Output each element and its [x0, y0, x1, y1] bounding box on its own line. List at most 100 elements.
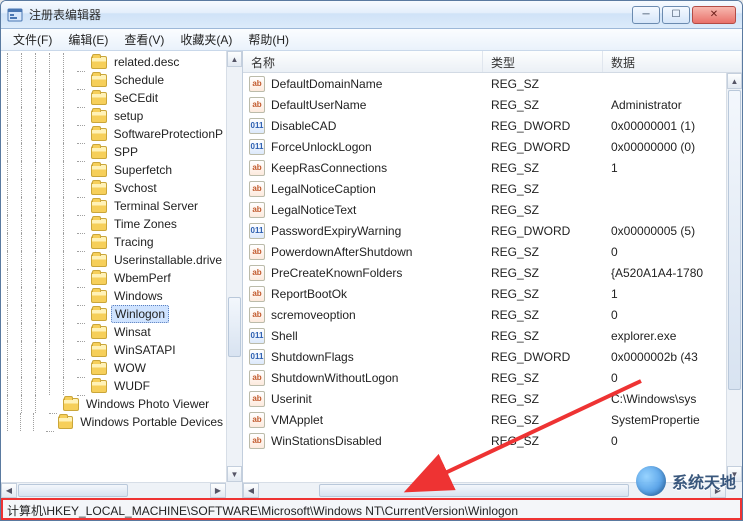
value-row[interactable]: abPreCreateKnownFoldersREG_SZ{A520A1A4-1… — [243, 262, 726, 283]
list-header[interactable]: 名称 类型 数据 — [243, 51, 742, 73]
menu-view[interactable]: 查看(V) — [116, 29, 172, 50]
folder-icon — [91, 254, 107, 267]
folder-icon — [58, 416, 73, 429]
menu-help[interactable]: 帮助(H) — [240, 29, 297, 50]
column-name[interactable]: 名称 — [243, 51, 483, 72]
tree-item[interactable]: related.desc — [7, 53, 226, 71]
scroll-left-button[interactable]: ◀ — [243, 483, 259, 498]
tree-item-label: Superfetch — [111, 162, 175, 178]
list-vertical-scrollbar[interactable]: ▲ ▼ — [726, 73, 742, 482]
column-type[interactable]: 类型 — [483, 51, 603, 72]
menu-favorites[interactable]: 收藏夹(A) — [172, 29, 240, 50]
folder-icon — [91, 308, 107, 321]
menu-file[interactable]: 文件(F) — [5, 29, 60, 50]
tree-item[interactable]: WinSATAPI — [7, 341, 226, 359]
scroll-thumb[interactable] — [18, 484, 128, 497]
tree-item[interactable]: Schedule — [7, 71, 226, 89]
column-data[interactable]: 数据 — [603, 51, 742, 72]
tree-item-label: WbemPerf — [111, 270, 174, 286]
scroll-up-button[interactable]: ▲ — [227, 51, 242, 67]
string-value-icon: ab — [249, 286, 265, 302]
tree-item[interactable]: SoftwareProtectionP — [7, 125, 226, 143]
value-row[interactable]: abDefaultUserNameREG_SZAdministrator — [243, 94, 726, 115]
value-row[interactable]: abscremoveoptionREG_SZ0 — [243, 304, 726, 325]
scroll-up-button[interactable]: ▲ — [727, 73, 742, 89]
list-pane: 名称 类型 数据 ab DefaultDomainName REG_SZ abDefa… — [243, 51, 742, 498]
tree-item[interactable]: Windows Portable Devices — [7, 413, 226, 431]
value-data: 0 — [603, 308, 726, 322]
tree-vertical-scrollbar[interactable]: ▲ ▼ — [226, 51, 242, 482]
value-name: ShutdownWithoutLogon — [271, 371, 398, 385]
folder-icon — [91, 362, 107, 375]
scroll-right-button[interactable]: ▶ — [210, 483, 226, 498]
value-name: LegalNoticeText — [271, 203, 356, 217]
value-row[interactable]: 011ShellREG_SZexplorer.exe — [243, 325, 726, 346]
tree-item[interactable]: WbemPerf — [7, 269, 226, 287]
string-value-icon: ab — [249, 307, 265, 323]
status-path: 计算机\HKEY_LOCAL_MACHINE\SOFTWARE\Microsof… — [7, 504, 518, 518]
tree-item[interactable]: Userinstallable.drive — [7, 251, 226, 269]
folder-icon — [91, 326, 107, 339]
tree-item[interactable]: Terminal Server — [7, 197, 226, 215]
registry-editor-window: 注册表编辑器 ─ ☐ ✕ 文件(F) 编辑(E) 查看(V) 收藏夹(A) 帮助… — [0, 0, 743, 521]
close-button[interactable]: ✕ — [692, 6, 736, 24]
value-data: 0x0000002b (43 — [603, 350, 726, 364]
value-row[interactable]: abReportBootOkREG_SZ1 — [243, 283, 726, 304]
value-row[interactable]: abLegalNoticeCaptionREG_SZ — [243, 178, 726, 199]
tree-item[interactable]: Windows Photo Viewer — [7, 395, 226, 413]
tree-item[interactable]: WUDF — [7, 377, 226, 395]
value-row[interactable]: 011ShutdownFlagsREG_DWORD0x0000002b (43 — [243, 346, 726, 367]
minimize-button[interactable]: ─ — [632, 6, 660, 24]
string-value-icon: ab — [249, 433, 265, 449]
tree-item[interactable]: Windows — [7, 287, 226, 305]
app-icon — [7, 7, 23, 23]
value-row[interactable]: abShutdownWithoutLogonREG_SZ0 — [243, 367, 726, 388]
tree-item-label: Winsat — [111, 324, 154, 340]
string-value-icon: ab — [249, 265, 265, 281]
value-row[interactable]: 011DisableCADREG_DWORD0x00000001 (1) — [243, 115, 726, 136]
value-row[interactable]: abLegalNoticeTextREG_SZ — [243, 199, 726, 220]
value-row[interactable]: abVMAppletREG_SZSystemPropertie — [243, 409, 726, 430]
value-row[interactable]: abPowerdownAfterShutdownREG_SZ0 — [243, 241, 726, 262]
scroll-thumb[interactable] — [319, 484, 629, 497]
maximize-button[interactable]: ☐ — [662, 6, 690, 24]
value-row[interactable]: abKeepRasConnectionsREG_SZ1 — [243, 157, 726, 178]
value-row[interactable]: 011ForceUnlockLogonREG_DWORD0x00000000 (… — [243, 136, 726, 157]
value-name: Userinit — [271, 392, 312, 406]
string-value-icon: ab — [249, 244, 265, 260]
registry-tree[interactable]: related.descScheduleSeCEditsetupSoftware… — [1, 51, 226, 482]
value-type: REG_DWORD — [483, 119, 603, 133]
value-list[interactable]: ab DefaultDomainName REG_SZ abDefaultUserNa… — [243, 73, 726, 482]
value-row[interactable]: abWinStationsDisabledREG_SZ0 — [243, 430, 726, 451]
tree-item[interactable]: Superfetch — [7, 161, 226, 179]
value-row[interactable]: abDefaultDomainNameREG_SZ — [243, 73, 726, 94]
tree-item[interactable]: SeCEdit — [7, 89, 226, 107]
tree-item[interactable]: WOW — [7, 359, 226, 377]
watermark-logo-icon — [636, 466, 666, 496]
menu-edit[interactable]: 编辑(E) — [60, 29, 116, 50]
folder-icon — [63, 398, 79, 411]
string-value-icon: ab — [249, 76, 265, 92]
string-value-icon: ab — [249, 202, 265, 218]
tree-item[interactable]: Winsat — [7, 323, 226, 341]
value-row[interactable]: abUserinitREG_SZC:\Windows\sys — [243, 388, 726, 409]
tree-item[interactable]: Tracing — [7, 233, 226, 251]
tree-item[interactable]: Time Zones — [7, 215, 226, 233]
tree-item-label: WinSATAPI — [111, 342, 179, 358]
tree-horizontal-scrollbar[interactable]: ◀ ▶ — [1, 482, 226, 498]
titlebar[interactable]: 注册表编辑器 ─ ☐ ✕ — [1, 1, 742, 29]
tree-item[interactable]: setup — [7, 107, 226, 125]
value-name: DefaultDomainName — [271, 77, 382, 91]
tree-item[interactable]: SPP — [7, 143, 226, 161]
scroll-left-button[interactable]: ◀ — [1, 483, 17, 498]
value-type: REG_SZ — [483, 161, 603, 175]
value-row[interactable]: 011PasswordExpiryWarningREG_DWORD0x00000… — [243, 220, 726, 241]
scroll-thumb[interactable] — [228, 297, 241, 357]
tree-item[interactable]: Svchost — [7, 179, 226, 197]
scroll-thumb[interactable] — [728, 90, 741, 390]
string-value-icon: ab — [249, 370, 265, 386]
value-name: DisableCAD — [271, 119, 336, 133]
value-name: scremoveoption — [271, 308, 356, 322]
tree-item[interactable]: Winlogon — [7, 305, 226, 323]
scroll-down-button[interactable]: ▼ — [227, 466, 242, 482]
